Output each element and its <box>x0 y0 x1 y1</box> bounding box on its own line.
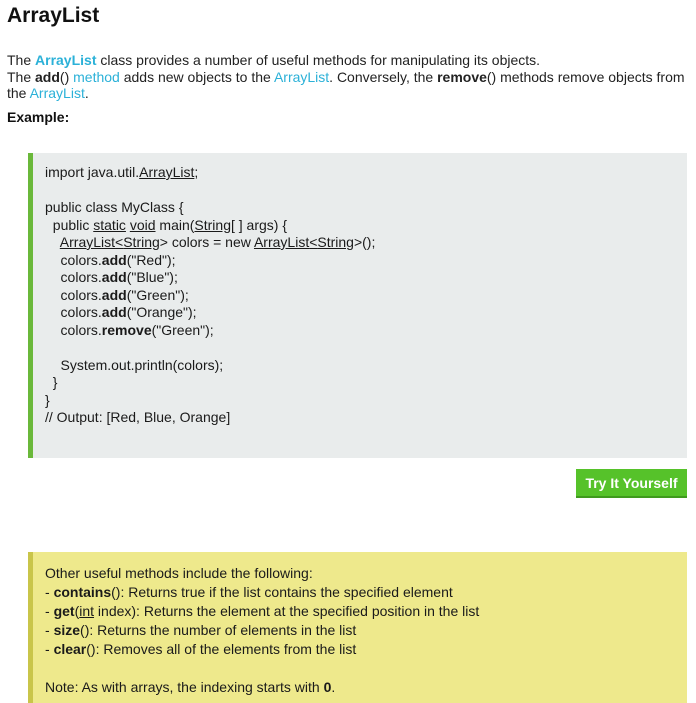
example-label: Example: <box>7 109 70 125</box>
notes-content: Other useful methods include the followi… <box>45 564 479 697</box>
methods-note-box: Other useful methods include the followi… <box>28 552 687 703</box>
code-line: colors.add("Green"); <box>45 286 189 303</box>
code-line: public class MyClass { <box>45 199 184 215</box>
code-line: colors.add("Orange"); <box>45 304 197 320</box>
try-it-yourself-button[interactable]: Try It Yourself <box>576 469 687 498</box>
notes-header: Other useful methods include the followi… <box>45 565 313 581</box>
code-line: public static void main(String[ ] args) … <box>45 216 288 233</box>
code-line: System.out.println(colors); <box>45 356 224 373</box>
arraylist-link[interactable]: ArrayList <box>35 52 96 68</box>
code-output-comment: // Output: [Red, Blue, Orange] <box>45 409 231 425</box>
code-block: import java.util.ArrayList; public class… <box>28 153 687 458</box>
code-line: } <box>45 374 58 390</box>
method-link[interactable]: method <box>73 69 120 85</box>
list-item: - clear(): Removes all of the elements f… <box>45 641 357 657</box>
intro-text: The ArrayList class provides a number of… <box>7 52 685 101</box>
arraylist-link[interactable]: ArrayList <box>30 85 85 101</box>
indexing-note: Note: As with arrays, the indexing start… <box>45 679 336 695</box>
code-line: ArrayList<String> colors = new ArrayList… <box>59 234 376 250</box>
code-line: colors.add("Red"); <box>45 251 176 268</box>
page-title: ArrayList <box>7 4 100 27</box>
arraylist-link[interactable]: ArrayList <box>274 69 329 85</box>
code-line: colors.add("Blue"); <box>45 269 178 285</box>
list-item: - contains(): Returns true if the list c… <box>45 584 453 600</box>
list-item: - get(int index): Returns the element at… <box>45 603 480 619</box>
code-line: colors.remove("Green"); <box>45 321 214 338</box>
code-line: } <box>45 391 50 408</box>
code-line: import java.util.ArrayList; <box>45 164 199 180</box>
list-item: - size(): Returns the number of elements… <box>45 622 357 638</box>
code-content: import java.util.ArrayList; public class… <box>45 164 375 427</box>
